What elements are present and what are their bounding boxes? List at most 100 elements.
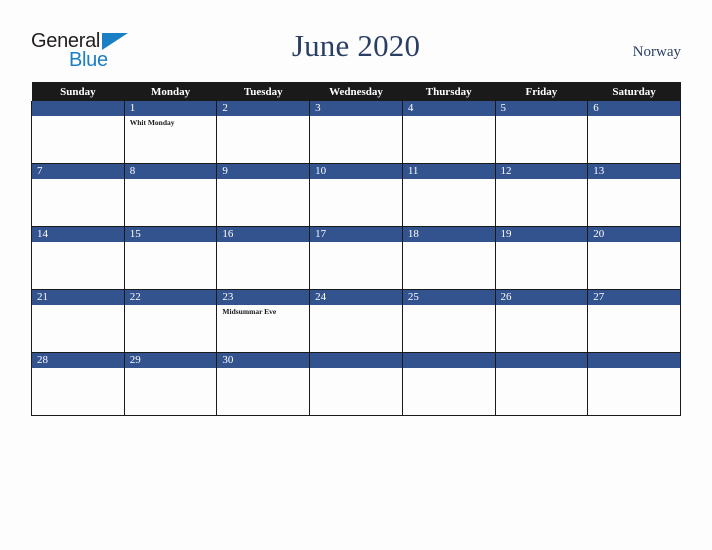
day-events — [32, 305, 124, 307]
calendar-day-cell[interactable]: 26 — [494, 289, 589, 353]
day-events — [125, 305, 217, 307]
day-events — [496, 179, 588, 181]
day-number: 28 — [32, 353, 124, 368]
weekday-header-wednesday: Wednesday — [309, 82, 403, 101]
day-number: 26 — [495, 290, 588, 305]
day-number: 7 — [32, 164, 124, 179]
calendar-day-cell[interactable]: 7 — [31, 163, 125, 227]
day-events — [32, 368, 124, 370]
day-number: 22 — [124, 290, 217, 305]
day-events — [403, 179, 495, 181]
calendar-day-cell[interactable]: 19 — [494, 226, 589, 290]
calendar-day-cell[interactable]: 17 — [309, 226, 403, 290]
calendar-day-cell[interactable] — [494, 352, 589, 416]
calendar-day-cell[interactable]: 16 — [216, 226, 311, 290]
day-events — [217, 179, 309, 181]
weekday-header-friday: Friday — [495, 82, 588, 101]
day-number: 30 — [217, 353, 310, 368]
day-number: 14 — [32, 227, 124, 242]
day-number: 17 — [310, 227, 402, 242]
day-events — [496, 368, 588, 370]
day-events — [310, 116, 402, 118]
calendar-day-cell[interactable]: 24 — [309, 289, 403, 353]
day-number: 2 — [217, 101, 310, 116]
day-number: 10 — [310, 164, 402, 179]
day-number — [588, 353, 680, 368]
day-events — [310, 179, 402, 181]
calendar-day-cell[interactable] — [587, 352, 681, 416]
calendar-day-cell[interactable]: 5 — [494, 101, 589, 164]
day-number: 5 — [495, 101, 588, 116]
calendar-day-cell[interactable]: 22 — [123, 289, 218, 353]
calendar-day-cell[interactable]: 8 — [123, 163, 218, 227]
calendar-day-cell[interactable]: 29 — [123, 352, 218, 416]
calendar-day-cell[interactable]: 30 — [216, 352, 311, 416]
calendar-day-cell[interactable]: 1 Whit Monday — [123, 101, 218, 164]
day-number: 21 — [32, 290, 124, 305]
day-events — [310, 368, 402, 370]
day-events — [496, 242, 588, 244]
calendar-day-cell[interactable]: 15 — [123, 226, 218, 290]
weekday-header-sunday: Sunday — [31, 82, 125, 101]
calendar-day-cell[interactable]: 2 — [216, 101, 311, 164]
day-number — [310, 353, 402, 368]
day-events — [496, 116, 588, 118]
day-number: 24 — [310, 290, 402, 305]
day-number: 11 — [402, 164, 495, 179]
calendar-day-cell[interactable]: 4 — [401, 101, 496, 164]
day-events — [403, 242, 495, 244]
calendar-week-row: 7 8 9 10 11 12 13 — [31, 163, 681, 227]
day-number: 12 — [495, 164, 588, 179]
calendar-day-cell[interactable]: 27 — [587, 289, 681, 353]
calendar-day-cell[interactable]: 3 — [309, 101, 403, 164]
day-number: 3 — [310, 101, 402, 116]
page-title: June 2020 — [291, 28, 421, 63]
day-number: 27 — [588, 290, 680, 305]
day-events — [32, 179, 124, 181]
calendar-day-cell[interactable]: 18 — [401, 226, 496, 290]
day-number: 8 — [124, 164, 217, 179]
day-events — [403, 305, 495, 307]
day-number: 9 — [217, 164, 310, 179]
holiday-label: Midsummar Eve — [222, 307, 277, 316]
day-events — [310, 305, 402, 307]
day-number: 18 — [402, 227, 495, 242]
page-header: General Blue June 2020 Norway — [0, 0, 712, 82]
calendar-day-cell[interactable]: 20 — [587, 226, 681, 290]
calendar-day-cell[interactable]: 28 — [31, 352, 125, 416]
day-number — [495, 353, 588, 368]
calendar-day-cell[interactable]: 6 — [587, 101, 681, 164]
day-events — [588, 368, 680, 370]
day-number — [32, 101, 124, 116]
day-number: 25 — [402, 290, 495, 305]
calendar-day-cell[interactable] — [31, 101, 125, 164]
holiday-label: Whit Monday — [129, 118, 175, 127]
region-label: Norway — [632, 44, 681, 60]
day-number: 15 — [124, 227, 217, 242]
weekday-header-thursday: Thursday — [402, 82, 496, 101]
calendar-day-cell[interactable]: 10 — [309, 163, 403, 227]
day-events — [496, 305, 588, 307]
day-number: 23 — [217, 290, 310, 305]
calendar-week-row: 1 Whit Monday 2 3 4 5 6 — [31, 101, 681, 164]
calendar-day-cell[interactable]: 14 — [31, 226, 125, 290]
day-number: 1 — [124, 101, 217, 116]
day-events — [217, 368, 309, 370]
calendar-day-cell[interactable] — [401, 352, 496, 416]
calendar-day-cell[interactable]: 12 — [494, 163, 589, 227]
calendar-day-cell[interactable]: 9 — [216, 163, 311, 227]
weekday-header-tuesday: Tuesday — [216, 82, 310, 101]
day-number: 4 — [402, 101, 495, 116]
weekday-header-row: Sunday Monday Tuesday Wednesday Thursday… — [31, 82, 681, 101]
day-events — [403, 368, 495, 370]
calendar-day-cell[interactable]: 25 — [401, 289, 496, 353]
calendar-day-cell[interactable]: 21 — [31, 289, 125, 353]
day-number: 19 — [495, 227, 588, 242]
day-events — [588, 305, 680, 307]
weekday-header-monday: Monday — [124, 82, 217, 101]
calendar-day-cell[interactable]: 23 Midsummar Eve — [216, 289, 311, 353]
calendar-day-cell[interactable] — [309, 352, 403, 416]
calendar-day-cell[interactable]: 13 — [587, 163, 681, 227]
calendar-week-row: 21 22 23 Midsummar Eve 24 25 26 27 — [31, 289, 681, 353]
calendar-day-cell[interactable]: 11 — [401, 163, 496, 227]
